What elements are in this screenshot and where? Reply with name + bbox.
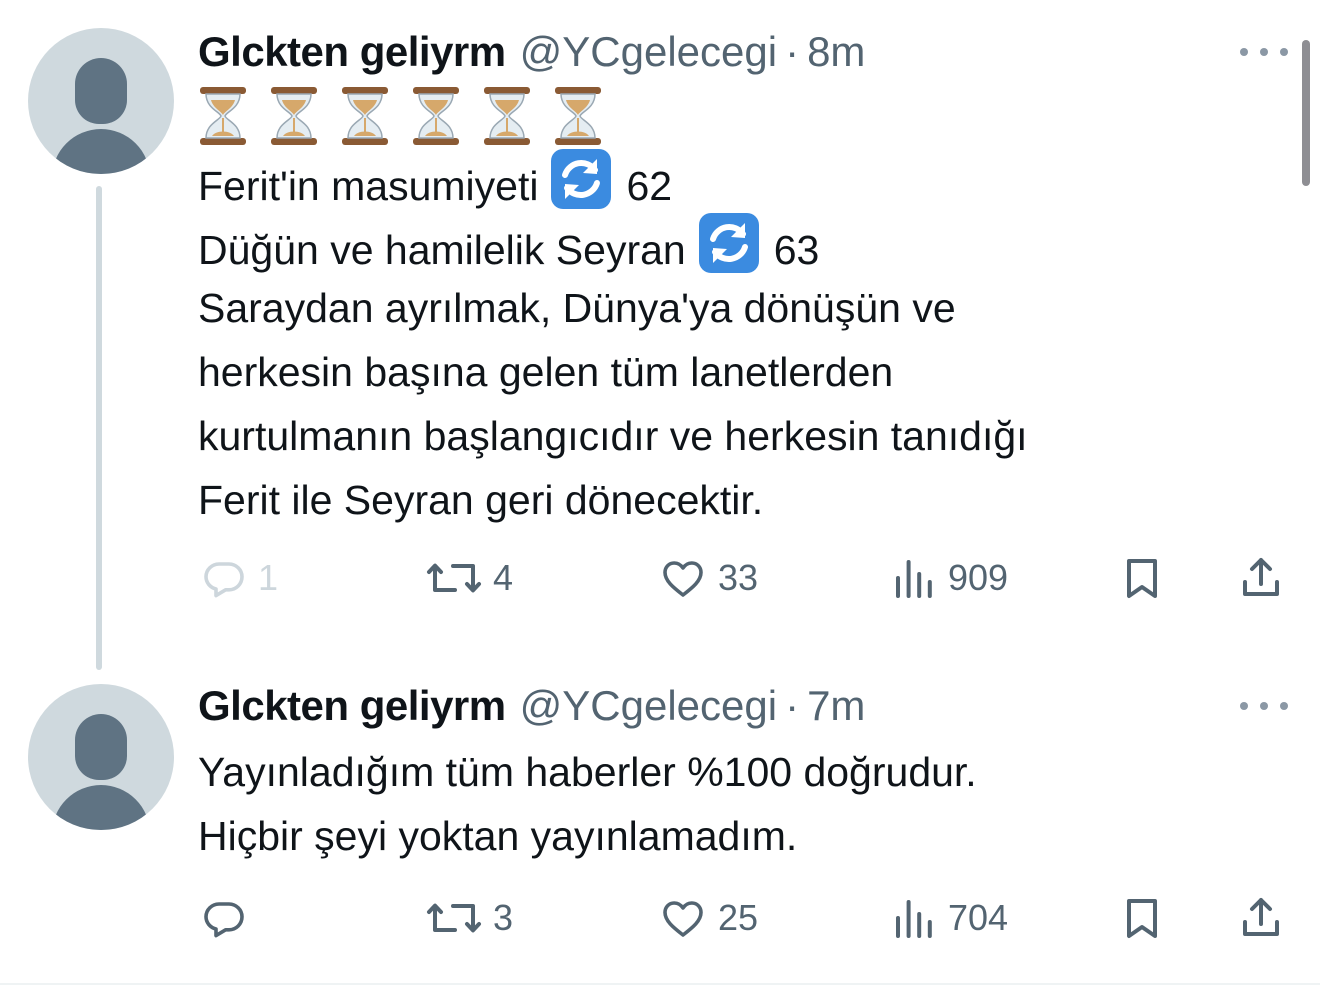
avatar[interactable] xyxy=(28,684,174,830)
reply-button[interactable] xyxy=(200,888,248,948)
bookmark-button[interactable] xyxy=(1118,888,1166,948)
reply-icon xyxy=(204,562,244,598)
like-count: 33 xyxy=(718,557,759,598)
tweet-header: Glckten geliyrm @YCgelecegi · 8m xyxy=(198,24,865,80)
hourglass-icon xyxy=(413,87,459,145)
text-line: Düğün ve hamilelik Seyran 63 xyxy=(198,212,1258,276)
tweet-text: ⌛⌛⌛⌛⌛⌛ Ferit'in masumiyeti 62 Düğün ve ha… xyxy=(198,84,1258,532)
views-icon xyxy=(896,560,932,598)
text-line: herkesin başına gelen tüm lanetlerden xyxy=(198,349,894,395)
handle[interactable]: @YCgelecegi xyxy=(520,678,777,734)
views-button[interactable]: 909 xyxy=(890,548,1008,608)
refresh-emoji-icon xyxy=(698,213,759,273)
more-icon[interactable] xyxy=(1240,38,1288,66)
text-segment: 62 xyxy=(626,163,673,209)
text-line: Ferit'in masumiyeti 62 xyxy=(198,148,1258,212)
retweet-icon xyxy=(427,903,481,933)
timestamp[interactable]: 8m xyxy=(807,24,865,80)
timeline: Glckten geliyrm @YCgelecegi · 8m ⌛⌛⌛⌛⌛⌛ … xyxy=(0,0,1320,987)
display-name[interactable]: Glckten geliyrm xyxy=(198,678,506,734)
avatar-body-shape xyxy=(52,129,150,174)
hourglass-icon xyxy=(342,87,388,145)
divider xyxy=(0,983,1320,985)
bookmark-icon xyxy=(1127,559,1157,598)
share-button[interactable] xyxy=(1236,888,1286,948)
hourglass-icon xyxy=(200,87,246,145)
separator-dot: · xyxy=(785,682,800,729)
avatar-head-shape xyxy=(75,714,127,780)
tweet-actions: 1 4 33 909 xyxy=(0,548,1320,608)
refresh-emoji-icon xyxy=(551,149,612,209)
handle[interactable]: @YCgelecegi xyxy=(520,24,777,80)
views-icon xyxy=(896,900,932,938)
separator-dot: · xyxy=(785,28,800,75)
views-button[interactable]: 704 xyxy=(890,888,1008,948)
avatar-body-shape xyxy=(52,785,150,830)
share-icon xyxy=(1243,558,1279,596)
text-line: kurtulmanın başlangıcıdır ve herkesin ta… xyxy=(198,413,1028,459)
text-line: Saraydan ayrılmak, Dünya'ya dönüşün ve xyxy=(198,285,956,331)
text-line: Ferit ile Seyran geri dönecektir. xyxy=(198,477,764,523)
retweet-button[interactable]: 3 xyxy=(425,888,513,948)
bookmark-icon xyxy=(1127,899,1157,938)
timestamp[interactable]: 7m xyxy=(807,678,865,734)
views-count: 704 xyxy=(948,897,1009,938)
share-icon xyxy=(1243,898,1279,936)
hourglass-icon xyxy=(555,87,601,145)
text-segment: Düğün ve hamilelik Seyran xyxy=(198,227,686,273)
text-segment: 63 xyxy=(773,227,820,273)
text-line: Yayınladığım tüm haberler %100 doğrudur. xyxy=(198,749,977,795)
reply-icon xyxy=(204,902,244,938)
hourglass-icon xyxy=(484,87,530,145)
more-icon[interactable] xyxy=(1240,692,1288,720)
tweet-actions: 3 25 704 xyxy=(0,888,1320,948)
retweet-icon xyxy=(427,563,481,593)
text-segment: Ferit'in masumiyeti xyxy=(198,163,539,209)
heart-icon xyxy=(663,901,703,937)
reply-button[interactable]: 1 xyxy=(200,548,278,608)
retweet-count: 3 xyxy=(493,897,514,938)
emoji-row: ⌛⌛⌛⌛⌛⌛ xyxy=(198,84,1258,148)
tweet-header: Glckten geliyrm @YCgelecegi · 7m xyxy=(198,678,865,734)
hourglass-icon xyxy=(271,87,317,145)
like-button[interactable]: 33 xyxy=(658,548,758,608)
share-button[interactable] xyxy=(1236,548,1286,608)
like-count: 25 xyxy=(718,897,759,938)
tweet-text: Yayınladığım tüm haberler %100 doğrudur.… xyxy=(198,740,1258,868)
avatar[interactable] xyxy=(28,28,174,174)
like-button[interactable]: 25 xyxy=(658,888,758,948)
bookmark-button[interactable] xyxy=(1118,548,1166,608)
reply-count: 1 xyxy=(258,557,279,598)
retweet-button[interactable]: 4 xyxy=(425,548,513,608)
heart-icon xyxy=(663,561,703,597)
text-line: Hiçbir şeyi yoktan yayınlamadım. xyxy=(198,813,798,859)
scrollbar[interactable] xyxy=(1302,40,1310,186)
display-name[interactable]: Glckten geliyrm xyxy=(198,24,506,80)
avatar-head-shape xyxy=(75,58,127,124)
views-count: 909 xyxy=(948,557,1009,598)
retweet-count: 4 xyxy=(493,557,514,598)
